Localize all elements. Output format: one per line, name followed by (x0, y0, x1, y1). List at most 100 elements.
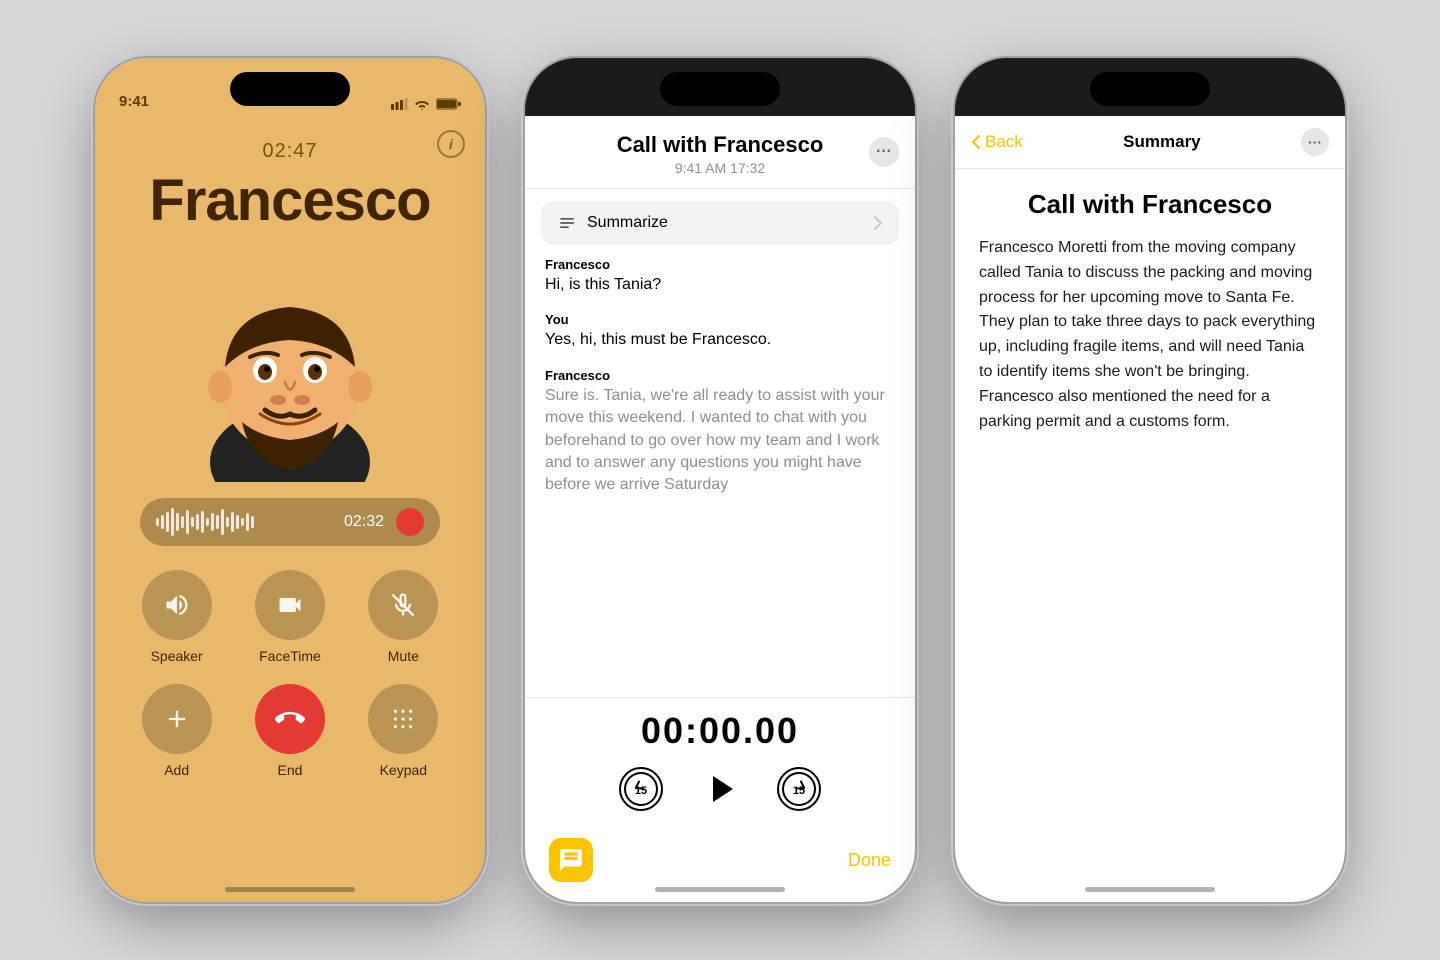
speaker-1: Francesco (545, 257, 895, 272)
playback-controls: 15 15 (619, 764, 821, 814)
memoji-svg (170, 252, 410, 482)
message-2: You Yes, hi, this must be Francesco. (545, 312, 895, 351)
add-icon (163, 705, 191, 733)
add-label: Add (164, 762, 189, 778)
playback-timer: 00:00.00 (641, 710, 799, 752)
time-3: 9:41 (979, 93, 1009, 110)
speaker-button[interactable]: Speaker (130, 570, 223, 664)
time-2: 9:41 (549, 93, 579, 110)
chevron-right-icon (873, 215, 883, 231)
transcript-body: Francesco Hi, is this Tania? You Yes, hi… (525, 257, 915, 697)
message-3: Francesco Sure is. Tania, we're all read… (545, 368, 895, 497)
status-icons-1 (391, 98, 461, 110)
battery-icon-2 (866, 98, 891, 110)
waveform-time: 02:32 (344, 513, 384, 531)
caller-name: Francesco (149, 167, 430, 234)
forward-button[interactable]: 15 (777, 767, 821, 811)
summarize-left: Summarize (557, 213, 668, 233)
memoji-avatar (170, 242, 410, 482)
transcript-title: Call with Francesco (545, 132, 895, 158)
more-button[interactable]: ··· (869, 137, 899, 167)
home-indicator-3 (1085, 887, 1215, 892)
call-controls: Speaker FaceTime Mute Add (130, 570, 450, 778)
rewind-icon: 15 (623, 771, 659, 807)
signal-icon (391, 98, 408, 110)
summarize-row[interactable]: Summarize (541, 201, 899, 245)
end-label: End (278, 762, 303, 778)
summarize-label: Summarize (587, 214, 668, 232)
time-1: 9:41 (119, 93, 149, 110)
msg-text-1: Hi, is this Tania? (545, 274, 895, 296)
waveform-visual (156, 508, 332, 536)
back-button[interactable]: Back (971, 132, 1023, 152)
dynamic-island-3 (1090, 72, 1210, 106)
transcript-header: Call with Francesco 9:41 AM 17:32 ··· (525, 116, 915, 189)
summarize-icon (557, 213, 577, 233)
dynamic-island-1 (230, 72, 350, 106)
summary-text: Francesco Moretti from the moving compan… (979, 236, 1321, 434)
keypad-button[interactable]: Keypad (357, 684, 450, 778)
back-label: Back (985, 132, 1023, 152)
facetime-label: FaceTime (259, 648, 321, 664)
transcript-subtitle: 9:41 AM 17:32 (545, 160, 895, 176)
more-button-3[interactable]: ··· (1301, 128, 1329, 156)
summary-body: Call with Francesco Francesco Moretti fr… (955, 169, 1345, 902)
record-button[interactable] (396, 508, 424, 536)
msg-text-2: Yes, hi, this must be Francesco. (545, 329, 895, 351)
signal-icon-3 (1251, 98, 1268, 110)
mute-circle (368, 570, 438, 640)
waveform-bar: 02:32 (140, 498, 440, 546)
rewind-button[interactable]: 15 (619, 767, 663, 811)
chat-icon (558, 847, 584, 873)
call-timer: 02:47 (262, 140, 317, 163)
keypad-label: Keypad (380, 762, 427, 778)
speaker-circle (142, 570, 212, 640)
msg-text-3: Sure is. Tania, we're all ready to assis… (545, 385, 895, 497)
facetime-circle (255, 570, 325, 640)
chat-icon-button[interactable] (549, 838, 593, 882)
dynamic-island-2 (660, 72, 780, 106)
chevron-left-icon (971, 134, 981, 150)
speaker-2: You (545, 312, 895, 327)
end-call-icon (275, 704, 305, 734)
wifi-icon-3 (1274, 98, 1290, 110)
mute-label: Mute (388, 648, 419, 664)
home-indicator-1 (225, 887, 355, 892)
facetime-button[interactable]: FaceTime (243, 570, 336, 664)
end-call-circle (255, 684, 325, 754)
call-screen: i 02:47 Francesco (95, 58, 485, 902)
playback-section: 00:00.00 15 15 (525, 697, 915, 830)
add-circle (142, 684, 212, 754)
phone-3: 9:41 Back Summary ··· Call with Francesc… (955, 58, 1345, 902)
wifi-icon-2 (844, 98, 860, 110)
phone-1: 9:41 i 02:47 Francesco (95, 58, 485, 902)
status-icons-2 (821, 98, 891, 110)
info-icon[interactable]: i (437, 130, 465, 158)
done-button[interactable]: Done (848, 850, 891, 871)
keypad-icon (390, 706, 416, 732)
speaker-label: Speaker (151, 648, 203, 664)
summary-nav: Back Summary ··· (955, 116, 1345, 169)
speaker-icon (163, 591, 191, 619)
mute-button[interactable]: Mute (357, 570, 450, 664)
forward-icon: 15 (781, 771, 817, 807)
summary-call-title: Call with Francesco (979, 189, 1321, 220)
message-1: Francesco Hi, is this Tania? (545, 257, 895, 296)
play-button[interactable] (695, 764, 745, 814)
home-indicator-2 (655, 887, 785, 892)
transcript-screen: Call with Francesco 9:41 AM 17:32 ··· Su… (525, 116, 915, 902)
keypad-circle (368, 684, 438, 754)
wifi-icon (414, 98, 430, 110)
battery-icon-3 (1296, 98, 1321, 110)
add-button[interactable]: Add (130, 684, 223, 778)
speaker-3: Francesco (545, 368, 895, 383)
summary-screen: Back Summary ··· Call with Francesco Fra… (955, 116, 1345, 902)
facetime-icon (276, 591, 304, 619)
play-icon (697, 766, 743, 812)
end-call-button[interactable]: End (243, 684, 336, 778)
signal-icon-2 (821, 98, 838, 110)
mute-icon (389, 591, 417, 619)
status-icons-3 (1251, 98, 1321, 110)
phone-2: 9:41 Call with Francesco 9:41 AM 17:32 ·… (525, 58, 915, 902)
battery-icon (436, 98, 461, 110)
